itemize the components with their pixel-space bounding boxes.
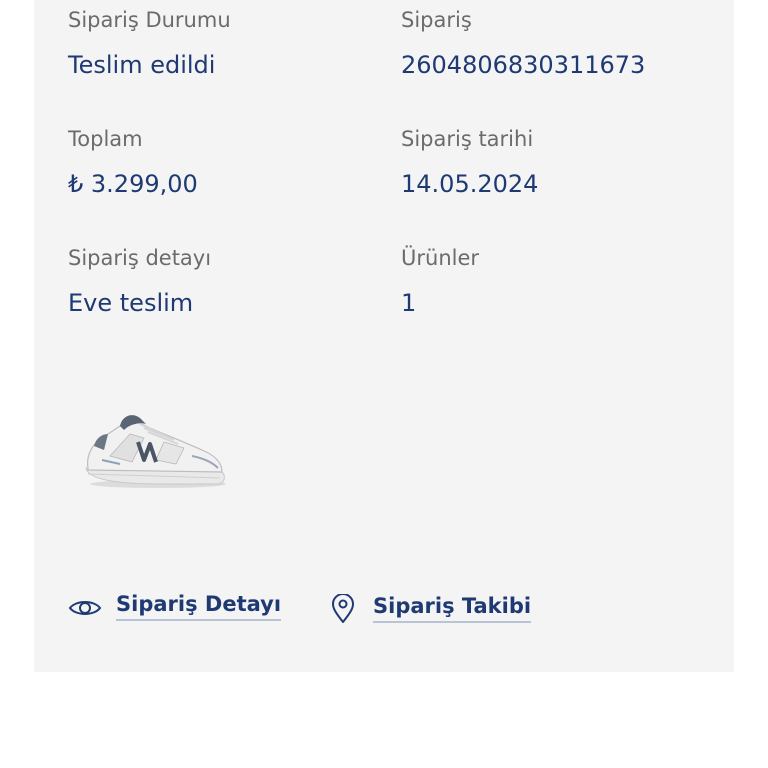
order-date-label: Sipariş tarihi [401,127,534,151]
order-detail-label: Sipariş detayı [68,246,212,270]
eye-icon [68,597,102,619]
order-detail-button[interactable]: Sipariş Detayı [68,594,282,621]
order-number-label: Sipariş [401,8,472,32]
order-number-value: 2604806830311673 [401,51,646,79]
order-total-field: Toplam ₺ 3.299,00 [68,127,198,198]
order-tracking-button[interactable]: Sipariş Takibi [331,594,532,624]
order-products-value: 1 [401,289,417,317]
order-detail-link-label: Sipariş Detayı [116,594,282,621]
order-detail-field: Sipariş detayı Eve teslim [68,246,212,317]
order-status-field: Sipariş Durumu Teslim edildi [68,8,231,79]
order-status-label: Sipariş Durumu [68,8,231,32]
order-detail-value: Eve teslim [68,289,194,317]
order-products-label: Ürünler [401,246,480,270]
order-date-field: Sipariş tarihi 14.05.2024 [401,127,539,198]
sneaker-image [85,415,226,488]
order-card: Sipariş Durumu Teslim edildi Sipariş 260… [34,0,734,672]
order-tracking-link-label: Sipariş Takibi [373,595,532,623]
order-products-field: Ürünler 1 [401,246,480,317]
order-number-field: Sipariş 2604806830311673 [401,8,646,79]
order-total-label: Toplam [68,127,143,151]
order-status-value: Teslim edildi [68,51,216,79]
order-total-value: ₺ 3.299,00 [68,170,198,198]
location-pin-icon [331,594,355,624]
product-thumbnail[interactable] [80,398,230,498]
order-date-value: 14.05.2024 [401,170,539,198]
